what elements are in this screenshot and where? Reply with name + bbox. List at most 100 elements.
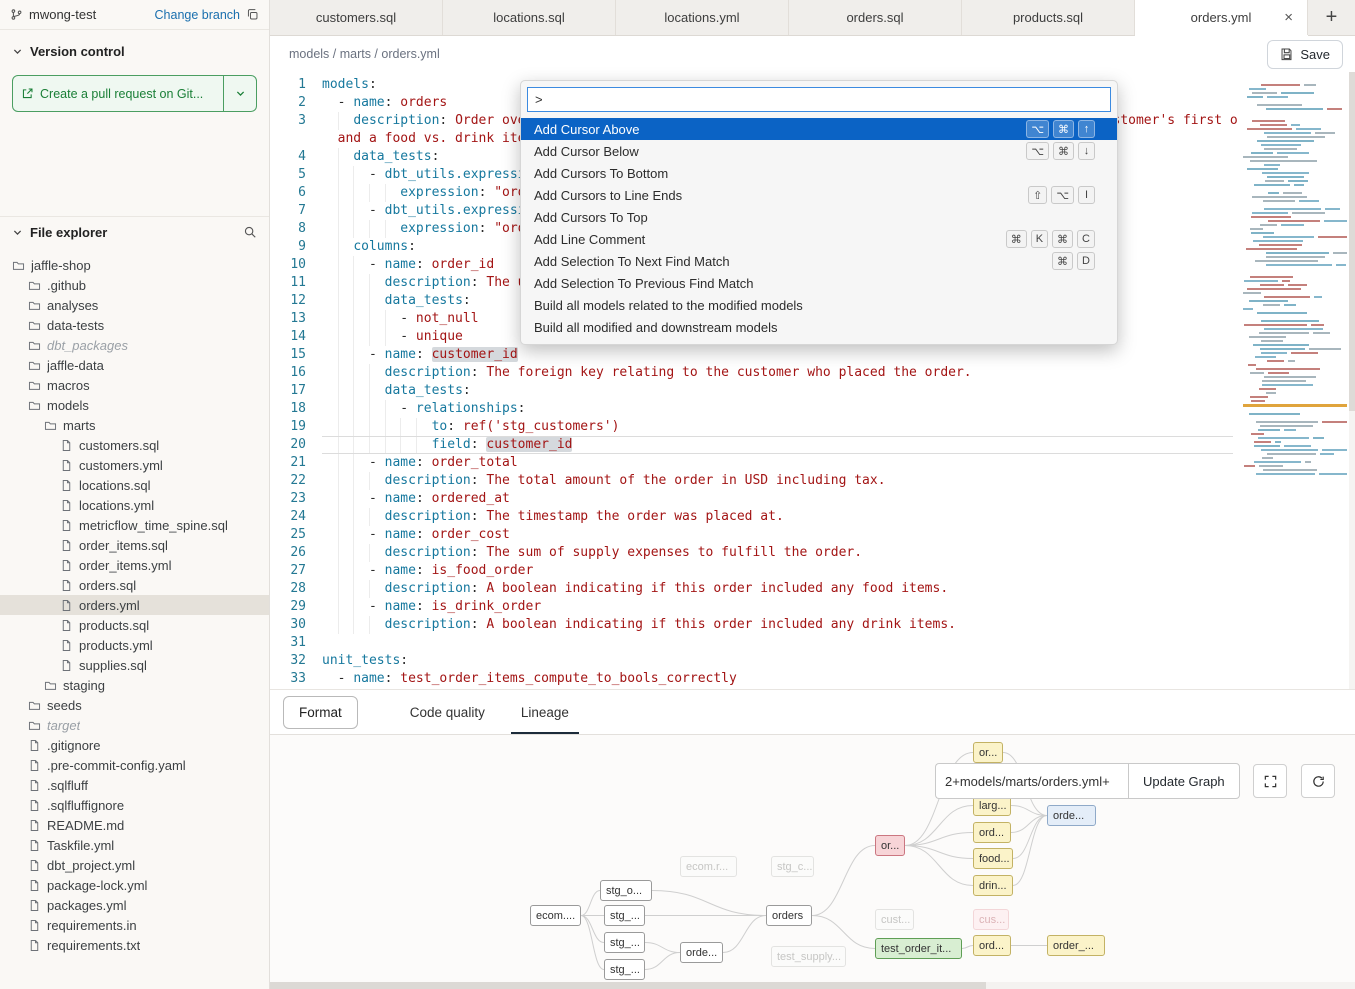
- file-tree-item-seeds[interactable]: seeds: [0, 695, 269, 715]
- code-line[interactable]: 33 - name: test_order_items_compute_to_b…: [270, 670, 1355, 688]
- file-tree-item-README.md[interactable]: README.md: [0, 815, 269, 835]
- code-line[interactable]: 32unit_tests:: [270, 652, 1355, 670]
- code-line[interactable]: 15 - name: customer_id: [270, 346, 1355, 364]
- file-tree-item-analyses[interactable]: analyses: [0, 295, 269, 315]
- command-palette-input[interactable]: [527, 87, 1111, 112]
- lineage-node-stg1[interactable]: stg_...: [604, 905, 645, 926]
- close-tab-icon[interactable]: ×: [1284, 10, 1293, 25]
- panel-tab-lineage[interactable]: Lineage: [503, 690, 587, 734]
- pr-dropdown-button[interactable]: [223, 76, 256, 111]
- lineage-node-orTop[interactable]: or...: [973, 742, 1003, 763]
- file-tree-item-orders.yml[interactable]: orders.yml: [0, 595, 269, 615]
- new-tab-button[interactable]: +: [1308, 0, 1355, 35]
- lineage-node-stgcG[interactable]: stg_c...: [771, 856, 814, 877]
- file-tree-item-jaffle-shop[interactable]: jaffle-shop: [0, 255, 269, 275]
- editor-scrollbar[interactable]: [1349, 72, 1355, 689]
- file-tree-item-products.sql[interactable]: products.sql: [0, 615, 269, 635]
- lineage-node-ecom[interactable]: ecom....: [530, 905, 581, 926]
- file-tree-item-customers.yml[interactable]: customers.yml: [0, 455, 269, 475]
- file-tree-item-Taskfile.yml[interactable]: Taskfile.yml: [0, 835, 269, 855]
- file-tree-item-.pre-commit-config.yaml[interactable]: .pre-commit-config.yaml: [0, 755, 269, 775]
- tab-customers.sql[interactable]: customers.sql: [270, 0, 443, 35]
- file-tree-item-locations.sql[interactable]: locations.sql: [0, 475, 269, 495]
- panel-tab-code-quality[interactable]: Code quality: [392, 690, 503, 734]
- create-pr-main[interactable]: Create a pull request on Git...: [13, 76, 223, 111]
- create-pr-button[interactable]: Create a pull request on Git...: [12, 75, 257, 112]
- lineage-node-drin[interactable]: drin...: [973, 875, 1013, 896]
- code-line[interactable]: 29 - name: is_drink_order: [270, 598, 1355, 616]
- code-line[interactable]: 27 - name: is_food_order: [270, 562, 1355, 580]
- file-tree-item-marts[interactable]: marts: [0, 415, 269, 435]
- refresh-button[interactable]: [1301, 764, 1335, 798]
- code-line[interactable]: 31: [270, 634, 1355, 652]
- lineage-node-ordeB[interactable]: orde...: [680, 942, 723, 963]
- tab-locations.sql[interactable]: locations.sql: [443, 0, 616, 35]
- lineage-node-custG[interactable]: cust...: [875, 909, 914, 930]
- horizontal-scrollbar-thumb[interactable]: [270, 982, 986, 989]
- file-tree-item-.sqlfluffignore[interactable]: .sqlfluffignore: [0, 795, 269, 815]
- file-tree-item-target[interactable]: target: [0, 715, 269, 735]
- code-line[interactable]: 19 to: ref('stg_customers'): [270, 418, 1355, 436]
- command-item[interactable]: Add Cursor Below⌥⌘↓: [521, 140, 1117, 162]
- command-item[interactable]: Add Selection To Previous Find Match: [521, 272, 1117, 294]
- file-tree-item-packages.yml[interactable]: packages.yml: [0, 895, 269, 915]
- editor-scrollbar-thumb[interactable]: [1349, 72, 1355, 411]
- copy-branch-icon[interactable]: [246, 8, 259, 21]
- file-tree-item-requirements.in[interactable]: requirements.in: [0, 915, 269, 935]
- lineage-node-stgo[interactable]: stg_o...: [600, 880, 652, 901]
- code-line[interactable]: 26 description: The sum of supply expens…: [270, 544, 1355, 562]
- file-tree-item-macros[interactable]: macros: [0, 375, 269, 395]
- command-item[interactable]: Add Line Comment⌘K⌘C: [521, 228, 1117, 250]
- command-item[interactable]: Add Cursors To Bottom: [521, 162, 1117, 184]
- file-tree-item-supplies.sql[interactable]: supplies.sql: [0, 655, 269, 675]
- code-line[interactable]: 23 - name: ordered_at: [270, 490, 1355, 508]
- file-tree-item-staging[interactable]: staging: [0, 675, 269, 695]
- lineage-node-cusG[interactable]: cus...: [973, 909, 1009, 930]
- file-tree-item-dbt_packages[interactable]: dbt_packages: [0, 335, 269, 355]
- tab-locations.yml[interactable]: locations.yml: [616, 0, 789, 35]
- file-tree-item-data-tests[interactable]: data-tests: [0, 315, 269, 335]
- lineage-node-stg3[interactable]: stg_...: [604, 959, 645, 980]
- lineage-node-order2[interactable]: order_...: [1047, 935, 1105, 956]
- command-item[interactable]: Add Cursors To Top: [521, 206, 1117, 228]
- lineage-node-testsupG[interactable]: test_supply...: [771, 946, 846, 967]
- lineage-node-food[interactable]: food...: [973, 848, 1013, 869]
- code-line[interactable]: 17 data_tests:: [270, 382, 1355, 400]
- lineage-node-testoi[interactable]: test_order_it...: [875, 938, 962, 959]
- command-item[interactable]: Add Cursors to Line Ends⇧⌥I: [521, 184, 1117, 206]
- command-item[interactable]: Build all modified and downstream models: [521, 316, 1117, 338]
- change-branch-link[interactable]: Change branch: [155, 8, 240, 22]
- file-tree-item-order_items.yml[interactable]: order_items.yml: [0, 555, 269, 575]
- save-button[interactable]: Save: [1267, 40, 1343, 69]
- lineage-node-orders[interactable]: orders: [766, 905, 812, 926]
- lineage-node-stg2[interactable]: stg_...: [604, 932, 645, 953]
- tab-orders.yml[interactable]: orders.yml×: [1135, 0, 1308, 35]
- lineage-node-ordeTop[interactable]: orde...: [1047, 805, 1096, 826]
- command-item[interactable]: Add Selection To Next Find Match⌘D: [521, 250, 1117, 272]
- fullscreen-button[interactable]: [1253, 764, 1287, 798]
- lineage-selector-input[interactable]: [935, 763, 1128, 799]
- format-button[interactable]: Format: [283, 696, 358, 729]
- code-line[interactable]: 16 description: The foreign key relating…: [270, 364, 1355, 382]
- file-tree-item-products.yml[interactable]: products.yml: [0, 635, 269, 655]
- code-line[interactable]: 22 description: The total amount of the …: [270, 472, 1355, 490]
- file-tree-item-orders.sql[interactable]: orders.sql: [0, 575, 269, 595]
- command-item[interactable]: Build all models related to the modified…: [521, 294, 1117, 316]
- file-tree-item-jaffle-data[interactable]: jaffle-data: [0, 355, 269, 375]
- file-tree-item-customers.sql[interactable]: customers.sql: [0, 435, 269, 455]
- lineage-node-ecomrG[interactable]: ecom.r...: [680, 856, 737, 877]
- file-tree-item-.gitignore[interactable]: .gitignore: [0, 735, 269, 755]
- lineage-node-ord1[interactable]: ord...: [973, 822, 1011, 843]
- tab-orders.sql[interactable]: orders.sql: [789, 0, 962, 35]
- file-tree-item-.sqlfluff[interactable]: .sqlfluff: [0, 775, 269, 795]
- version-control-header[interactable]: Version control: [12, 44, 257, 59]
- file-tree-item-dbt_project.yml[interactable]: dbt_project.yml: [0, 855, 269, 875]
- file-tree-item-order_items.sql[interactable]: order_items.sql: [0, 535, 269, 555]
- code-line[interactable]: 25 - name: order_cost: [270, 526, 1355, 544]
- file-explorer-header[interactable]: File explorer: [0, 217, 269, 247]
- tab-products.sql[interactable]: products.sql: [962, 0, 1135, 35]
- code-line[interactable]: 18 - relationships:: [270, 400, 1355, 418]
- minimap[interactable]: [1239, 76, 1347, 516]
- file-tree-item-requirements.txt[interactable]: requirements.txt: [0, 935, 269, 955]
- code-line[interactable]: 20 field: customer_id: [270, 436, 1355, 454]
